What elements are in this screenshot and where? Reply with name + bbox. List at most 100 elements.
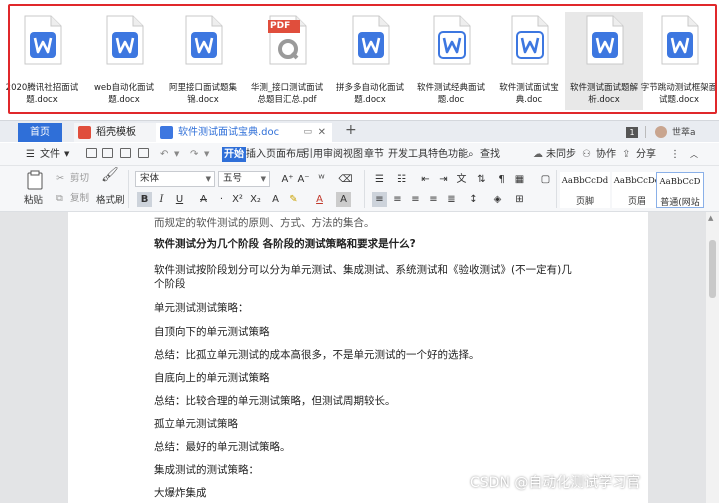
menu-tab-home[interactable]: 开始 xyxy=(222,147,246,162)
numbered-list-icon[interactable]: ☷ xyxy=(394,172,409,187)
shrink-font-icon[interactable]: A⁻ xyxy=(296,172,311,187)
tab-home[interactable]: 首页 xyxy=(18,123,62,142)
file-ali-api[interactable]: 阿里接口面试题集锦.docx xyxy=(164,12,242,110)
preview-icon[interactable] xyxy=(138,147,149,162)
font-color-icon[interactable]: A xyxy=(312,192,327,207)
file-tencent-interview[interactable]: 2020腾讯社招面试题.docx xyxy=(3,12,81,110)
save-icon[interactable] xyxy=(86,147,97,162)
superscript-icon[interactable]: X² xyxy=(230,192,245,207)
file-huace-pdf[interactable]: PDF 华测_接口测试面试总题目汇总.pdf xyxy=(248,12,326,110)
redo-icon[interactable]: ↷ xyxy=(190,147,198,162)
paste-label[interactable]: 粘贴 xyxy=(24,194,43,208)
align-left-icon[interactable]: ≡ xyxy=(372,192,387,207)
style-normal-web[interactable]: AaBbCcD 普通(网站 xyxy=(656,172,704,208)
cut-button[interactable]: 剪切 xyxy=(70,172,89,186)
tab-document[interactable]: 软件测试面试宝典.doc ▭ ✕ xyxy=(156,123,332,142)
border-icon[interactable]: ⊞ xyxy=(512,192,527,207)
menu-tab-reference[interactable]: 引用 xyxy=(303,147,323,162)
scrollbar-thumb[interactable] xyxy=(709,240,716,298)
file-bytedance[interactable]: 字节跳动测试框架面试题.docx xyxy=(640,12,718,110)
font-size-select[interactable]: 五号 ▼ xyxy=(218,171,270,187)
open-icon[interactable] xyxy=(102,147,113,162)
paste-icon[interactable] xyxy=(26,170,44,190)
more-icon[interactable]: ⋮ xyxy=(670,147,680,162)
format-painter-button[interactable]: 格式刷 xyxy=(96,194,125,208)
underline-icon[interactable]: U xyxy=(172,192,187,207)
align-center-icon[interactable]: ≡ xyxy=(390,192,405,207)
heading[interactable]: 软件测试分为几个阶段 各阶段的测试策略和要求是什么? xyxy=(154,237,416,251)
shading-icon[interactable]: ◈ xyxy=(490,192,505,207)
menu-file[interactable]: 文件 xyxy=(40,147,60,162)
show-marks-icon[interactable]: ¶ xyxy=(494,172,509,187)
search-button[interactable]: 查找 xyxy=(480,147,500,162)
menu-tab-view[interactable]: 视图 xyxy=(343,147,363,162)
vertical-scrollbar[interactable]: ▲ xyxy=(706,212,719,503)
share-button[interactable]: 分享 xyxy=(636,147,656,162)
grid-icon[interactable]: ▢ xyxy=(538,172,553,187)
collab-button[interactable]: 协作 xyxy=(596,147,616,162)
file-classic-interview[interactable]: 软件测试经典面试题.doc xyxy=(412,12,490,110)
window-icon[interactable]: ▭ xyxy=(303,123,312,142)
copy-button[interactable]: 复制 xyxy=(70,192,89,206)
search-icon[interactable]: ⌕ xyxy=(468,147,474,162)
document-page[interactable]: 而规定的软件测试的原则、方式、方法的集合。 软件测试分为几个阶段 各阶段的测试策… xyxy=(68,212,648,503)
paragraph[interactable]: 软件测试按阶段划分可以分为单元测试、集成测试、系统测试和《验收测试》(不一定有)… xyxy=(154,263,572,277)
change-case-icon[interactable]: ᵂ xyxy=(314,172,329,187)
sync-status[interactable]: 未同步 xyxy=(546,147,576,162)
style-footer[interactable]: AaBbCcDd 页脚 xyxy=(560,172,610,208)
align-right-icon[interactable]: ≡ xyxy=(408,192,423,207)
bold-icon[interactable]: B xyxy=(137,192,152,207)
add-tab-button[interactable]: + xyxy=(345,122,357,138)
menu-tab-insert[interactable]: 插入 xyxy=(246,147,266,162)
table-icon[interactable]: ▦ xyxy=(512,172,527,187)
file-pinduoduo[interactable]: 拼多多自动化面试题.docx xyxy=(331,12,409,110)
distribute-icon[interactable]: ≣ xyxy=(444,192,459,207)
paragraph[interactable]: 单元测试测试策略： xyxy=(154,301,249,315)
file-interview-analysis[interactable]: 软件测试面试题解析.docx xyxy=(565,12,643,110)
paragraph[interactable]: 而规定的软件测试的原则、方式、方法的集合。 xyxy=(154,216,375,230)
clear-format-icon[interactable]: ⌫ xyxy=(338,172,353,187)
emphasis-icon[interactable]: · xyxy=(214,192,229,207)
strikethrough-icon[interactable]: A xyxy=(196,192,211,207)
paragraph[interactable]: 总结：比较合理的单元测试策略，但测试周期较长。 xyxy=(154,394,396,408)
paragraph[interactable]: 大爆炸集成 xyxy=(154,486,207,500)
chevron-up-icon[interactable]: ▲ xyxy=(708,214,713,222)
italic-icon[interactable]: I xyxy=(154,192,169,207)
subscript-icon[interactable]: X₂ xyxy=(248,192,263,207)
outdent-icon[interactable]: ⇤ xyxy=(418,172,433,187)
paragraph[interactable]: 总结：最好的单元测试策略。 xyxy=(154,440,291,454)
sort-icon[interactable]: ⇅ xyxy=(474,172,489,187)
grow-font-icon[interactable]: A⁺ xyxy=(280,172,295,187)
paragraph[interactable]: 自底向上的单元测试策略 xyxy=(154,371,270,385)
bullet-list-icon[interactable]: ☰ xyxy=(372,172,387,187)
menu-tab-features[interactable]: 特色功能 xyxy=(428,147,468,162)
paragraph[interactable]: 集成测试的测试策略： xyxy=(154,463,259,477)
paragraph[interactable]: 自顶向下的单元测试策略 xyxy=(154,325,270,339)
avatar[interactable] xyxy=(655,126,667,138)
menu-tab-chapter[interactable]: 章节 xyxy=(364,147,384,162)
close-icon[interactable]: ✕ xyxy=(318,123,326,142)
text-effect-icon[interactable]: A xyxy=(268,192,283,207)
justify-icon[interactable]: ≡ xyxy=(426,192,441,207)
tab-template[interactable]: 稻壳模板 xyxy=(74,123,156,142)
chinese-layout-icon[interactable]: 文 xyxy=(454,172,469,187)
file-interview-treasure[interactable]: 软件测试面试宝典.doc xyxy=(490,12,568,110)
paragraph[interactable]: 总结：比孤立单元测试的成本高很多，不是单元测试的一个好的选择。 xyxy=(154,348,480,362)
hamburger-icon[interactable]: ☰ xyxy=(26,147,35,162)
user-name[interactable]: 世萃a xyxy=(672,125,696,138)
file-web-automation[interactable]: web自动化面试题.docx xyxy=(85,12,163,110)
paragraph[interactable]: 个阶段 xyxy=(154,277,186,291)
font-name-select[interactable]: 宋体 ▼ xyxy=(135,171,215,187)
window-count-badge[interactable]: 1 xyxy=(626,127,638,138)
undo-icon[interactable]: ↶ xyxy=(160,147,168,162)
print-icon[interactable] xyxy=(120,147,131,162)
char-shading-icon[interactable]: A xyxy=(336,192,351,207)
paragraph[interactable]: 孤立单元测试策略 xyxy=(154,417,238,431)
chevron-up-icon[interactable]: ︿ xyxy=(690,147,698,162)
menu-tab-developer[interactable]: 开发工具 xyxy=(388,147,428,162)
style-header[interactable]: AaBbCcDd 页眉 xyxy=(612,172,662,208)
menu-tab-layout[interactable]: 页面布局 xyxy=(266,147,306,162)
menu-tab-review[interactable]: 审阅 xyxy=(323,147,343,162)
highlight-icon[interactable]: ✎ xyxy=(286,192,301,207)
line-spacing-icon[interactable]: ↕ xyxy=(466,192,481,207)
